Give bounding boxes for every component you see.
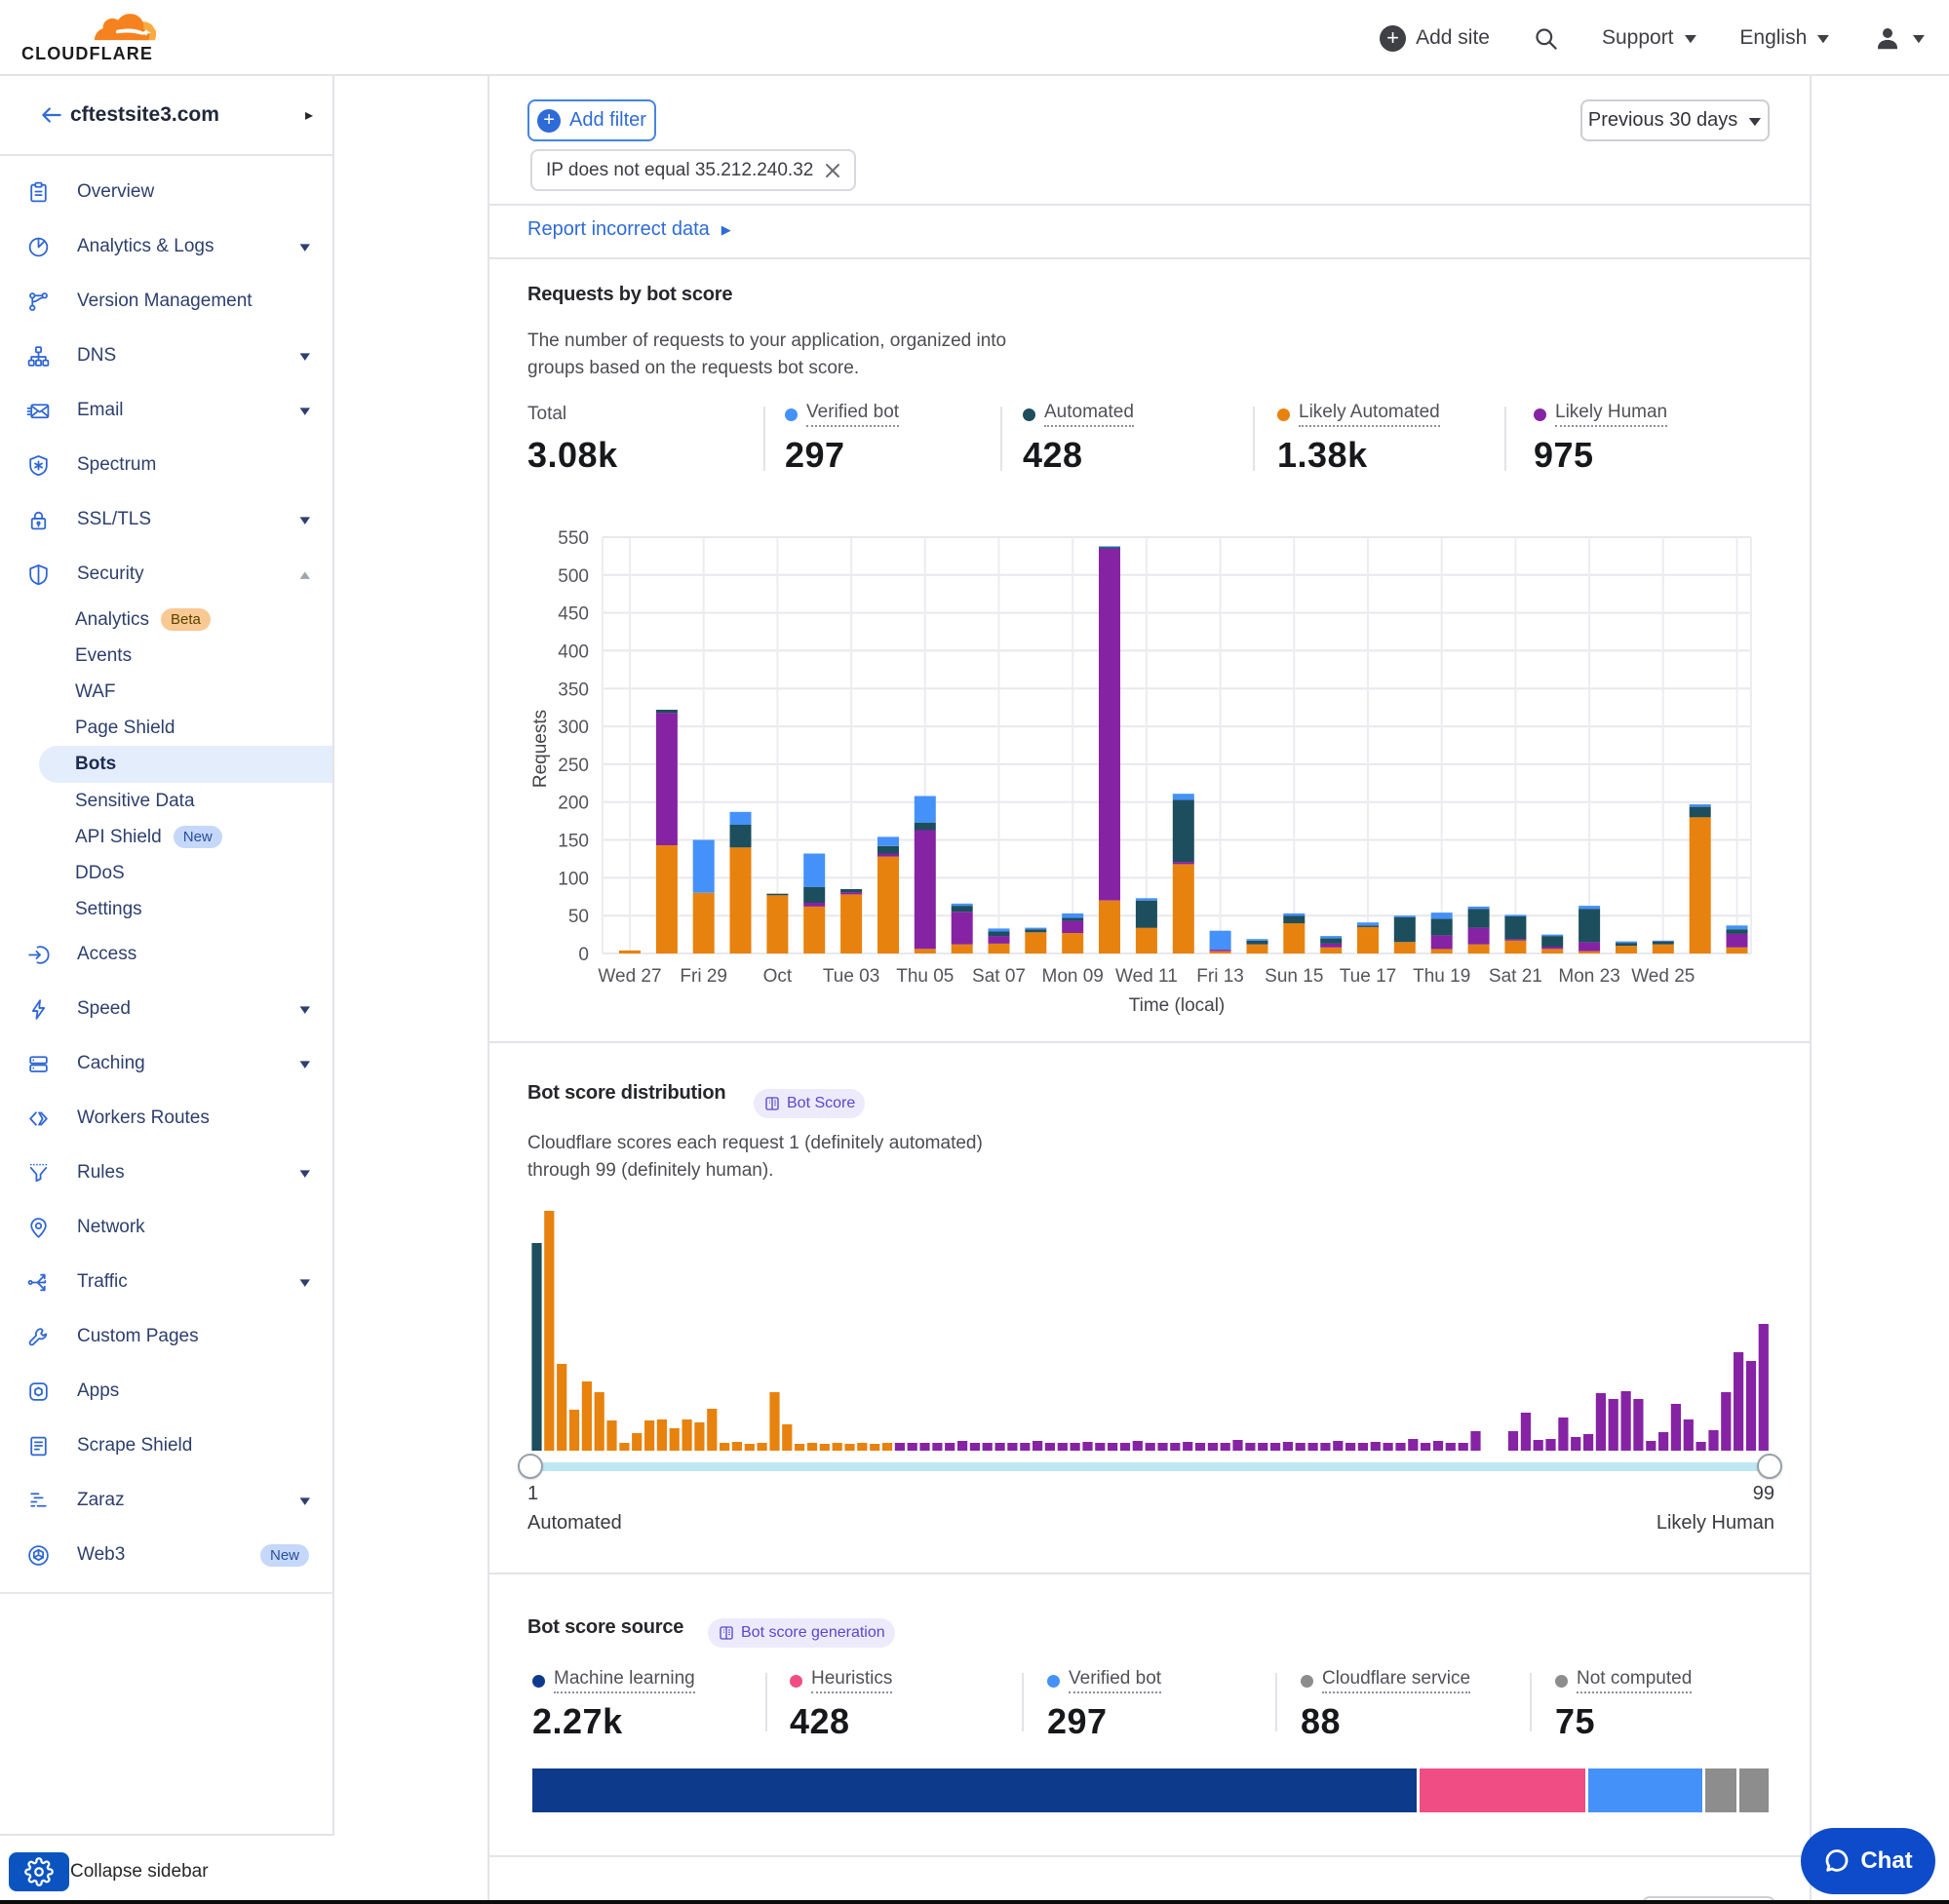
svg-text:Time (local): Time (local) [1129, 995, 1226, 1016]
svg-text:Oct: Oct [763, 966, 793, 987]
svg-text:550: 550 [558, 528, 589, 549]
svg-text:Tue 03: Tue 03 [823, 966, 879, 987]
svg-text:Wed 25: Wed 25 [1631, 966, 1695, 987]
svg-text:Mon 23: Mon 23 [1558, 966, 1619, 987]
svg-text:Thu 05: Thu 05 [896, 966, 954, 987]
svg-text:Wed 11: Wed 11 [1115, 966, 1178, 987]
svg-text:Sat 21: Sat 21 [1489, 966, 1542, 987]
svg-text:500: 500 [558, 566, 589, 587]
svg-text:250: 250 [558, 756, 589, 776]
svg-text:Fri 29: Fri 29 [680, 966, 727, 987]
svg-text:200: 200 [558, 794, 589, 814]
svg-text:Fri 13: Fri 13 [1196, 966, 1244, 987]
svg-text:100: 100 [558, 869, 589, 889]
svg-text:Wed 27: Wed 27 [598, 966, 661, 987]
svg-text:Tue 17: Tue 17 [1340, 966, 1396, 987]
svg-text:50: 50 [568, 907, 589, 927]
svg-text:150: 150 [558, 832, 589, 852]
svg-text:350: 350 [558, 680, 589, 700]
svg-text:400: 400 [558, 641, 589, 662]
svg-text:450: 450 [558, 604, 589, 625]
svg-text:0: 0 [578, 945, 589, 965]
svg-text:Mon 09: Mon 09 [1042, 966, 1104, 987]
svg-text:Thu 19: Thu 19 [1413, 966, 1470, 987]
svg-text:Sun 15: Sun 15 [1265, 966, 1323, 987]
svg-text:Requests: Requests [530, 710, 551, 788]
svg-text:Sat 07: Sat 07 [972, 966, 1026, 987]
svg-text:300: 300 [558, 718, 589, 738]
